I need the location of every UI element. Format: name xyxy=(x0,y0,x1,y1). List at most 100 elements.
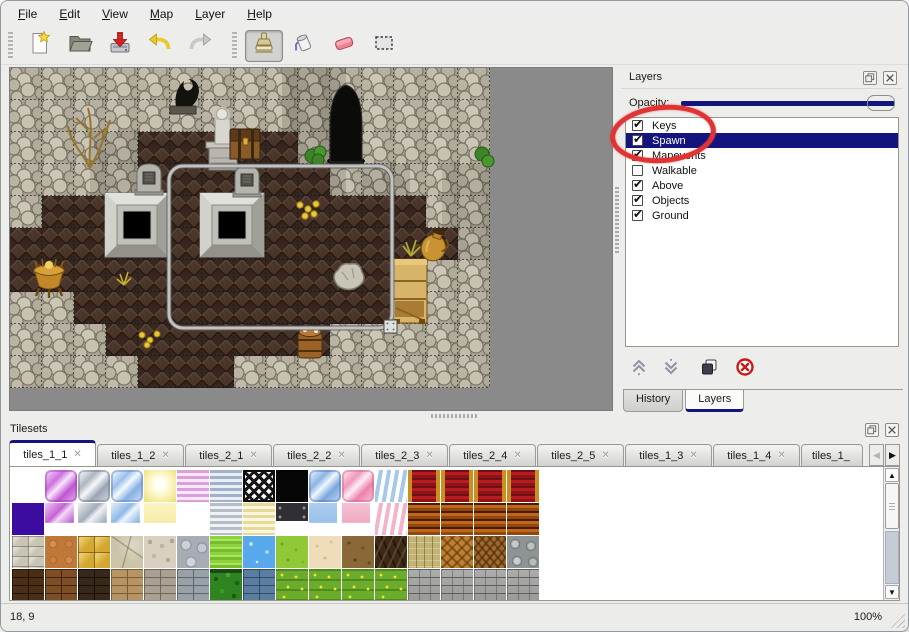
save-map-button[interactable] xyxy=(101,30,139,62)
close-tab-icon[interactable]: ✕ xyxy=(249,450,257,461)
tab-layers[interactable]: Layers xyxy=(685,390,744,412)
tileset-tab-tiles_1_2[interactable]: tiles_1_2✕ xyxy=(97,444,184,466)
palette-tile-brick-dark[interactable] xyxy=(78,569,110,601)
palette-tile-pale-yellow[interactable] xyxy=(144,503,176,535)
tileset-tab-tiles_1_4[interactable]: tiles_1_4✕ xyxy=(713,444,800,466)
palette-tile-pebbles[interactable] xyxy=(144,536,176,568)
opacity-slider-handle[interactable] xyxy=(867,95,895,111)
palette-tile-dirt[interactable] xyxy=(342,536,374,568)
fill-tool-button[interactable] xyxy=(285,30,323,62)
eraser-tool-button[interactable] xyxy=(325,30,363,62)
horizontal-splitter[interactable] xyxy=(1,412,908,419)
palette-tile-flag-blue[interactable] xyxy=(375,470,407,502)
palette-tile-crystal-purple[interactable] xyxy=(45,470,77,502)
palette-tile-logs[interactable] xyxy=(507,536,539,568)
map-canvas[interactable] xyxy=(10,68,612,410)
palette-tile-black[interactable] xyxy=(276,470,308,502)
palette-tile-grassflower[interactable] xyxy=(342,569,374,601)
palette-tile-metal-plate[interactable] xyxy=(276,503,308,535)
palette-tile-stripes-gray[interactable] xyxy=(210,503,242,535)
tileset-tab-tiles_2_2[interactable]: tiles_2_2✕ xyxy=(273,444,360,466)
palette-tile-grassflower[interactable] xyxy=(375,569,407,601)
tileset-tab-tiles_1[interactable]: tiles_1_ xyxy=(801,444,863,466)
palette-tile-planks-gray[interactable] xyxy=(441,569,473,601)
close-panel-button[interactable] xyxy=(883,71,897,85)
palette-tile-curtain-red[interactable] xyxy=(474,470,506,502)
palette-tile-stripes-orange[interactable] xyxy=(408,503,440,535)
vertical-splitter[interactable] xyxy=(613,67,621,411)
palette-tile-empty[interactable] xyxy=(177,503,209,535)
palette-tile-stripes-orange[interactable] xyxy=(441,503,473,535)
palette-tile-crystal-blue-sm[interactable] xyxy=(111,503,143,535)
palette-tile-herringbone[interactable] xyxy=(474,536,506,568)
tab-scroll-left-button[interactable]: ◀ xyxy=(869,444,884,466)
palette-tile-grassflower[interactable] xyxy=(276,569,308,601)
close-tab-icon[interactable]: ✕ xyxy=(601,450,609,461)
scrollbar-thumb[interactable] xyxy=(885,483,899,529)
palette-tile-stripes-pink[interactable] xyxy=(177,470,209,502)
layer-row-objects[interactable]: ✔Objects xyxy=(626,193,898,208)
tileset-tab-tiles_2_4[interactable]: tiles_2_4✕ xyxy=(449,444,536,466)
palette-tile-planks-gray[interactable] xyxy=(507,569,539,601)
layer-visibility-checkbox[interactable]: ✔ xyxy=(632,150,643,161)
palette-tile-empty[interactable] xyxy=(12,470,44,502)
close-tab-icon[interactable]: ✕ xyxy=(425,450,433,461)
palette-tile-flag-pink[interactable] xyxy=(375,503,407,535)
palette-tile-brick-brown[interactable] xyxy=(45,569,77,601)
palette-tile-brick-blue[interactable] xyxy=(243,569,275,601)
palette-tile-water[interactable] xyxy=(243,536,275,568)
menu-file[interactable]: File xyxy=(7,4,48,24)
float-tilesets-button[interactable] xyxy=(865,423,879,437)
scroll-down-button[interactable]: ▼ xyxy=(885,585,899,599)
select-tool-button[interactable] xyxy=(365,30,403,62)
layer-row-mapevents[interactable]: ✔Mapevents xyxy=(626,148,898,163)
duplicate-layer-button[interactable] xyxy=(697,355,721,379)
palette-tile-curtain-red[interactable] xyxy=(441,470,473,502)
layer-visibility-checkbox[interactable]: ✔ xyxy=(632,210,643,221)
layer-visibility-checkbox[interactable] xyxy=(632,165,643,176)
float-panel-button[interactable] xyxy=(863,71,877,85)
tileset-tab-tiles_2_1[interactable]: tiles_2_1✕ xyxy=(185,444,272,466)
palette-tile-hedge[interactable] xyxy=(210,569,242,601)
layer-row-keys[interactable]: ✔Keys xyxy=(626,118,898,133)
close-tab-icon[interactable]: ✕ xyxy=(777,450,785,461)
palette-tile-weave[interactable] xyxy=(441,536,473,568)
palette-tile-crystal-purple-sm[interactable] xyxy=(45,503,77,535)
palette-tile-crystal-gray[interactable] xyxy=(78,470,110,502)
opacity-slider[interactable] xyxy=(681,101,895,106)
palette-tile-brick-darkbrown[interactable] xyxy=(12,569,44,601)
stamp-tool-button[interactable] xyxy=(245,30,283,62)
palette-tile-crystal-blue2[interactable] xyxy=(309,470,341,502)
palette-tile-curtain-red[interactable] xyxy=(507,470,539,502)
menu-view[interactable]: View xyxy=(91,4,139,24)
close-tab-icon[interactable]: ✕ xyxy=(161,450,169,461)
close-tab-icon[interactable]: ✕ xyxy=(73,449,81,460)
palette-tile-stripes-orange[interactable] xyxy=(474,503,506,535)
new-map-button[interactable] xyxy=(21,30,59,62)
palette-tile-lattice[interactable] xyxy=(243,470,275,502)
layer-visibility-checkbox[interactable]: ✔ xyxy=(632,135,643,146)
layer-visibility-checkbox[interactable]: ✔ xyxy=(632,195,643,206)
tab-scroll-right-button[interactable]: ▶ xyxy=(885,444,900,466)
tileset-tab-tiles_2_3[interactable]: tiles_2_3✕ xyxy=(361,444,448,466)
close-tab-icon[interactable]: ✕ xyxy=(689,450,697,461)
palette-tile-cobble-orange[interactable] xyxy=(45,536,77,568)
palette-tile-sand[interactable] xyxy=(309,536,341,568)
window-resize-grip[interactable] xyxy=(890,613,905,628)
palette-tile-crystal-gray-sm[interactable] xyxy=(78,503,110,535)
toolbar-grip[interactable] xyxy=(8,32,13,60)
palette-tile-stone-cracked[interactable] xyxy=(111,536,143,568)
palette-tile-stripes-orange[interactable] xyxy=(507,503,539,535)
open-map-button[interactable] xyxy=(61,30,99,62)
palette-tile-stone-blocks[interactable] xyxy=(12,536,44,568)
palette-tile-stripes-yellow2[interactable] xyxy=(243,503,275,535)
palette-scrollbar[interactable]: ▲ ▼ xyxy=(883,467,899,600)
close-tab-icon[interactable]: ✕ xyxy=(513,450,521,461)
palette-tile-glow-yellow[interactable] xyxy=(144,470,176,502)
move-layer-up-button[interactable] xyxy=(627,355,651,379)
palette-tile-stones-gray[interactable] xyxy=(177,536,209,568)
tileset-tab-tiles_1_1[interactable]: tiles_1_1✕ xyxy=(9,440,96,466)
undo-button[interactable] xyxy=(141,30,179,62)
palette-tile-blue-solid[interactable] xyxy=(309,503,341,535)
tab-history[interactable]: History xyxy=(623,390,683,412)
